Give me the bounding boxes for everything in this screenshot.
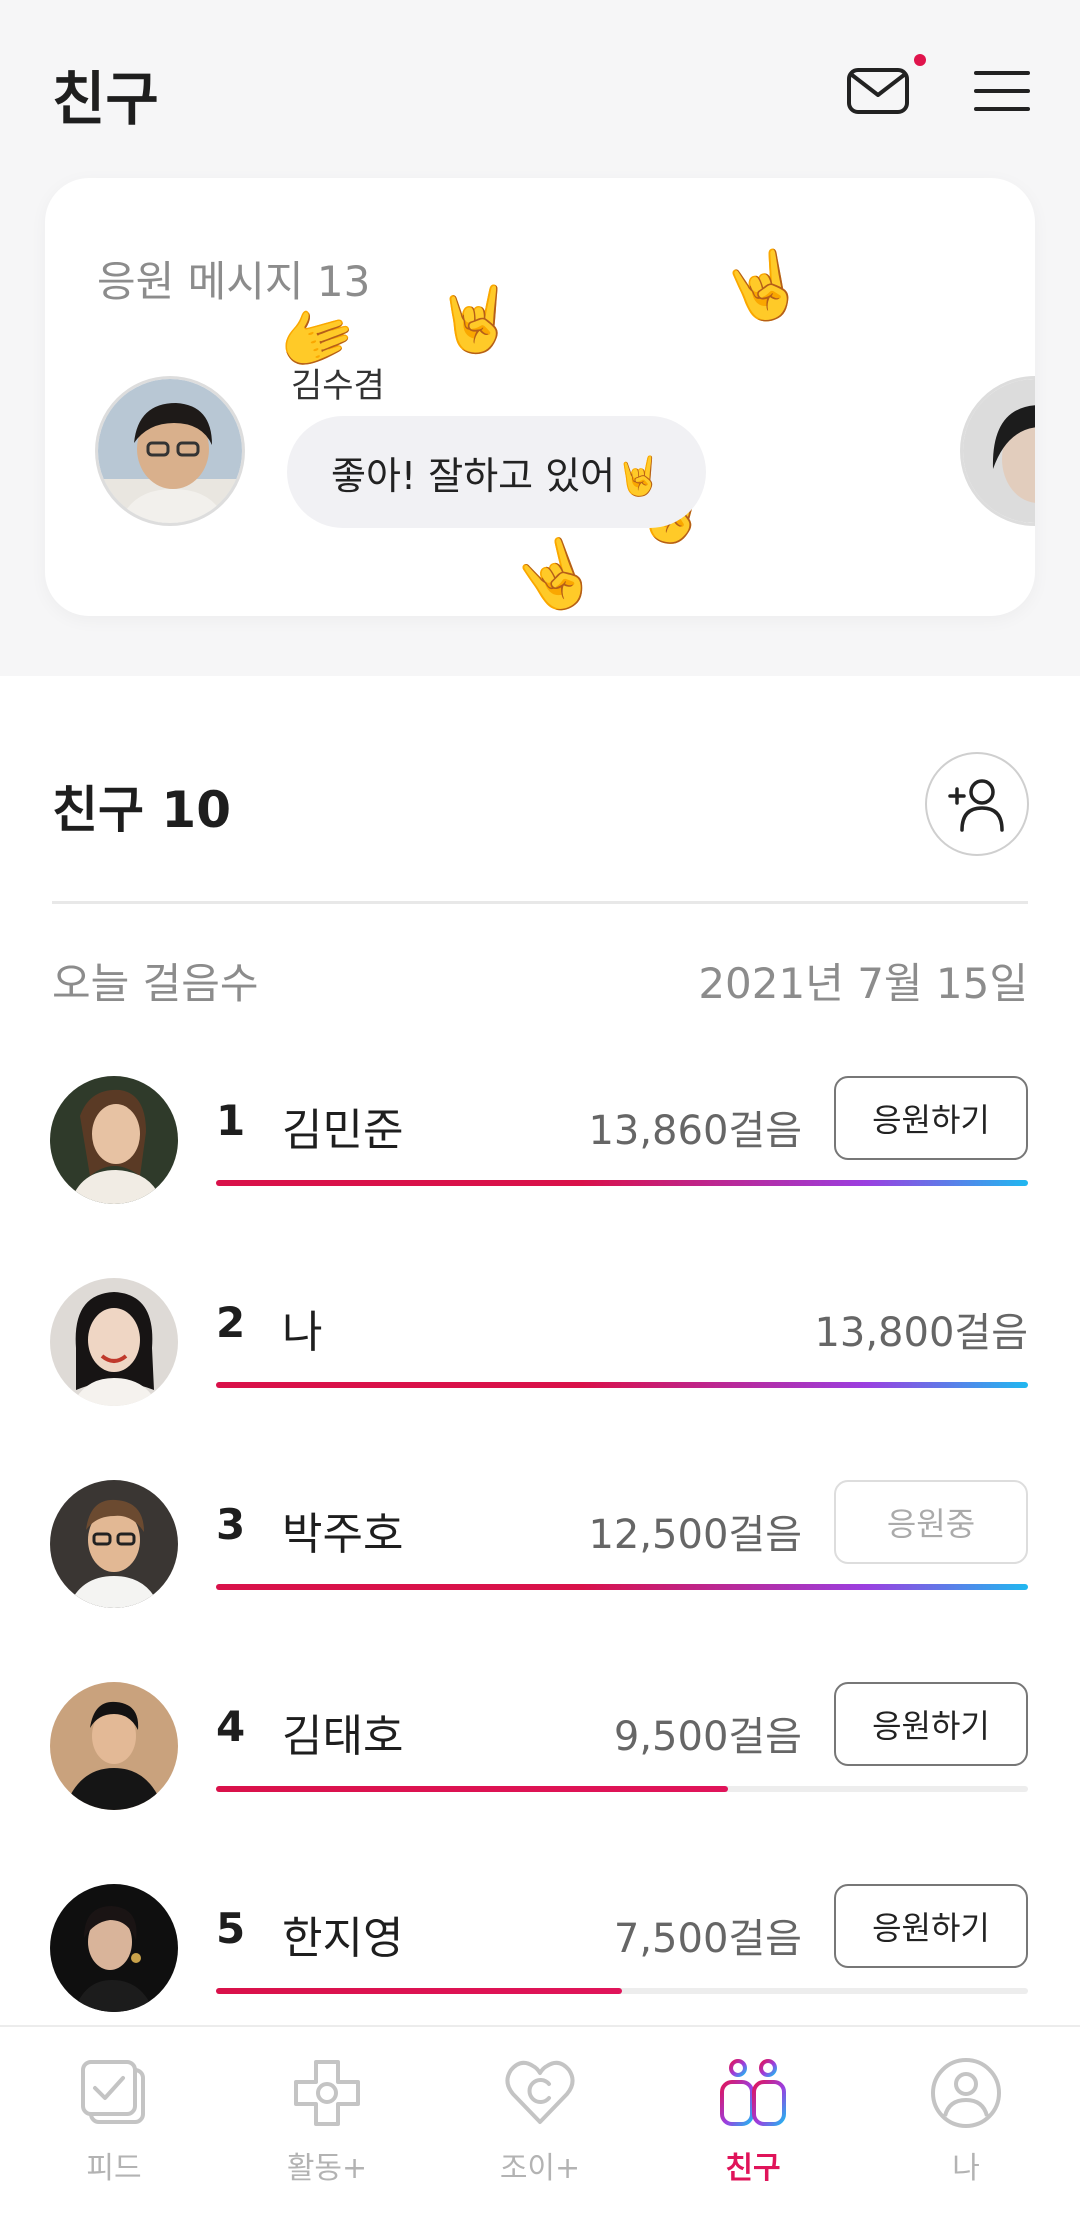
rock-hand-emoji-icon: 🤘 <box>714 241 811 335</box>
bottom-tab-bar: 피드 활동+ 조이+ 친구 나 <box>0 2025 1080 2213</box>
cheering-status-button[interactable]: 응원중 <box>834 1480 1028 1564</box>
friend-row[interactable]: 5 한지영 7,500걸음 응원하기 <box>0 1884 1080 2014</box>
today-date: 2021년 7월 15일 <box>698 959 1028 1008</box>
friend-avatar[interactable] <box>50 1480 178 1608</box>
tab-label: 나 <box>952 2151 980 2186</box>
friend-steps: 9,500걸음 <box>613 1714 802 1760</box>
mail-button[interactable] <box>838 56 918 126</box>
friend-steps: 13,800걸음 <box>814 1310 1028 1356</box>
cheer-message-card[interactable]: 응원 메시지 13 🫱 🤘 🤘 🤘 🤘 김수겸 좋아! 잘하고 있어🤘 <box>45 178 1035 616</box>
rock-hand-emoji-icon: 🤘 <box>435 283 515 357</box>
friend-row[interactable]: 1 김민준 13,860걸음 응원하기 <box>0 1076 1080 1206</box>
steps-progress-track <box>216 1786 1028 1792</box>
section-divider <box>52 901 1028 904</box>
steps-progress-fill <box>216 1786 728 1792</box>
friend-row[interactable]: 3 박주호 12,500걸음 응원중 <box>0 1480 1080 1610</box>
friend-row[interactable]: 2 나 13,800걸음 <box>0 1278 1080 1408</box>
menu-button[interactable] <box>962 56 1042 126</box>
friend-rank: 3 <box>216 1500 246 1549</box>
friend-rank: 2 <box>216 1298 246 1347</box>
friends-icon <box>720 2059 786 2126</box>
my-avatar[interactable] <box>50 1278 178 1406</box>
page-title: 친구 <box>52 65 159 133</box>
notification-dot <box>914 54 926 66</box>
steps-progress-track <box>216 1584 1028 1590</box>
steps-progress-fill <box>216 1584 1028 1590</box>
cheer-button[interactable]: 응원하기 <box>834 1884 1028 1968</box>
friend-name: 한지영 <box>282 1913 404 1964</box>
tab-activity[interactable]: 활동+ <box>257 2053 397 2203</box>
friend-name: 김태호 <box>282 1711 404 1762</box>
friend-avatar[interactable] <box>50 1884 178 2012</box>
cheer-sender-name: 김수겸 <box>291 366 385 406</box>
profile-icon <box>931 2058 1001 2128</box>
feed-check-icon <box>81 2060 145 2124</box>
friend-name: 김민준 <box>282 1105 404 1156</box>
cheer-message-bubble: 좋아! 잘하고 있어🤘 <box>287 416 707 528</box>
tab-joy[interactable]: 조이+ <box>470 2053 610 2203</box>
tab-label: 활동+ <box>286 2151 368 2186</box>
friends-count-title: 친구 10 <box>52 781 231 839</box>
tab-me[interactable]: 나 <box>896 2053 1036 2203</box>
friend-name: 박주호 <box>282 1509 404 1560</box>
rock-hand-emoji-icon: 🤘 <box>503 527 607 616</box>
friend-avatar[interactable] <box>50 1682 178 1810</box>
add-user-icon <box>948 779 1004 832</box>
friend-name: 나 <box>282 1307 323 1358</box>
tab-label: 조이+ <box>499 2151 581 2186</box>
mail-icon <box>847 68 909 114</box>
next-cheer-avatar[interactable] <box>960 376 1035 526</box>
friend-rank: 5 <box>216 1904 246 1953</box>
add-friend-button[interactable] <box>925 752 1029 856</box>
friend-steps: 7,500걸음 <box>613 1916 802 1962</box>
steps-progress-track <box>216 1382 1028 1388</box>
joy-heart-icon <box>505 2060 575 2124</box>
cheer-button[interactable]: 응원하기 <box>834 1076 1028 1160</box>
hamburger-menu-icon <box>974 71 1030 111</box>
tab-friends[interactable]: 친구 <box>683 2053 823 2203</box>
steps-progress-fill <box>216 1382 1028 1388</box>
friend-rank: 4 <box>216 1702 246 1751</box>
today-steps-label: 오늘 걸음수 <box>52 959 259 1008</box>
tab-label: 친구 <box>725 2151 781 2186</box>
cheer-sender-avatar[interactable] <box>95 376 245 526</box>
steps-progress-track <box>216 1988 1028 1994</box>
tab-feed[interactable]: 피드 <box>44 2053 184 2203</box>
activity-cross-icon <box>294 2060 360 2126</box>
steps-progress-fill <box>216 1988 622 1994</box>
tab-label: 피드 <box>86 2151 142 2186</box>
cheer-button[interactable]: 응원하기 <box>834 1682 1028 1766</box>
friend-rank: 1 <box>216 1096 246 1145</box>
friend-steps: 12,500걸음 <box>588 1512 802 1558</box>
top-section: 친구 응원 메시지 13 🫱 🤘 🤘 🤘 🤘 <box>0 0 1080 676</box>
steps-progress-fill <box>216 1180 1028 1186</box>
friend-row[interactable]: 4 김태호 9,500걸음 응원하기 <box>0 1682 1080 1812</box>
steps-progress-track <box>216 1180 1028 1186</box>
friend-avatar[interactable] <box>50 1076 178 1204</box>
friend-steps: 13,860걸음 <box>588 1108 802 1154</box>
